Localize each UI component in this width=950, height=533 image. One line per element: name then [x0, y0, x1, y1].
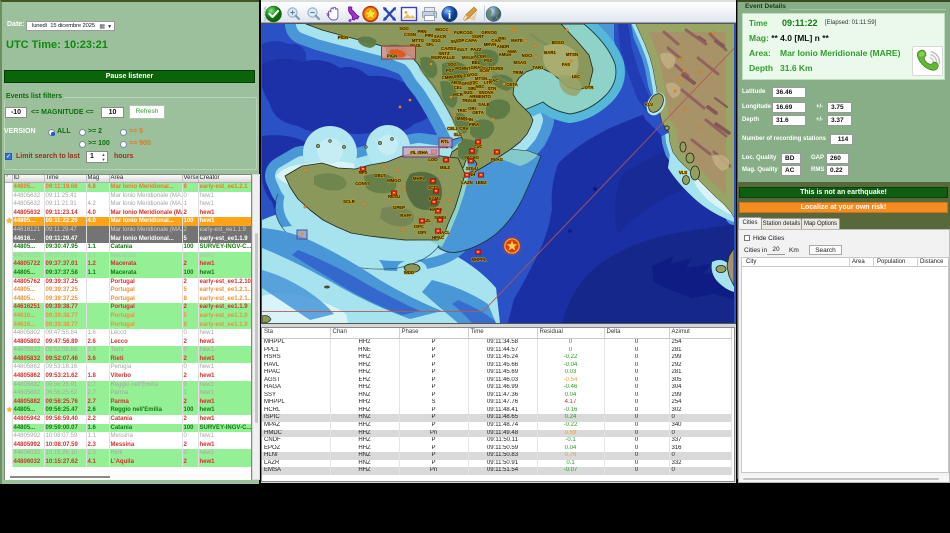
svg-text:STN: STN: [488, 86, 497, 91]
svg-text:MTTG: MTTG: [412, 38, 425, 43]
svg-text:SOLU: SOLU: [466, 166, 478, 171]
svg-text:MMN: MMN: [457, 116, 467, 121]
svg-text:SCM: SCM: [479, 68, 489, 73]
svg-text:SCLR: SCLR: [343, 199, 356, 204]
svg-text:PSZ: PSZ: [484, 58, 493, 63]
svg-text:FAS: FAS: [562, 62, 570, 67]
svg-text:MOCC: MOCC: [435, 27, 448, 32]
svg-text:PRN: PRN: [417, 29, 426, 34]
svg-text:TRL: TRL: [462, 98, 471, 103]
svg-text:CSSN: CSSN: [404, 32, 416, 37]
svg-text:MMGO: MMGO: [387, 178, 402, 183]
svg-text:ISPC: ISPC: [414, 224, 424, 229]
svg-text:SACR: SACR: [434, 34, 447, 39]
svg-text:ABSI: ABSI: [451, 80, 461, 85]
svg-text:CUC: CUC: [473, 144, 482, 149]
svg-text:GPEP: GPEP: [393, 205, 405, 210]
svg-text:MHPPL: MHPPL: [471, 257, 486, 262]
svg-text:LOO: LOO: [428, 157, 438, 162]
svg-text:SOO: SOO: [399, 26, 409, 31]
svg-text:CAN: CAN: [491, 38, 500, 43]
svg-text:CONVI: CONVI: [355, 181, 369, 186]
svg-text:TRIC: TRIC: [457, 108, 467, 113]
svg-text:HPAC: HPAC: [432, 235, 444, 240]
svg-text:RTL: RTL: [441, 139, 450, 144]
svg-text:CELI: CELI: [447, 126, 457, 131]
svg-text:PAZZ: PAZZ: [471, 47, 482, 52]
svg-text:KLV: KLV: [645, 102, 653, 107]
svg-text:BAR1: BAR1: [544, 50, 556, 55]
svg-text:#IL ISHA: #IL ISHA: [410, 150, 428, 155]
svg-text:RAFF: RAFF: [400, 213, 412, 218]
svg-text:ORI: ORI: [468, 106, 476, 111]
svg-text:VULT: VULT: [457, 47, 468, 52]
svg-text:AMA: AMA: [507, 49, 517, 54]
svg-text:TRIM: TRIM: [513, 70, 524, 75]
svg-text:OTR: OTR: [584, 85, 594, 90]
svg-text:PIGN: PIGN: [338, 35, 349, 40]
svg-text:PLAG: PLAG: [491, 157, 504, 162]
svg-text:ANDR: ANDR: [497, 44, 510, 49]
svg-text:CRA: CRA: [459, 126, 468, 131]
svg-text:NOCI: NOCI: [522, 53, 533, 58]
svg-text:MSAG: MSAG: [514, 60, 528, 65]
svg-text:MILZ: MILZ: [440, 165, 450, 170]
svg-text:CETA: CETA: [506, 82, 517, 87]
svg-text:SLC: SLC: [454, 132, 463, 137]
svg-text:SALB: SALB: [478, 102, 490, 107]
svg-text:BSSO: BSSO: [552, 40, 565, 45]
svg-text:VDP: VDP: [456, 38, 465, 43]
svg-text:1BBZ: 1BBZ: [475, 180, 487, 185]
svg-text:CEL: CEL: [454, 85, 463, 90]
svg-text:VLS: VLS: [679, 170, 687, 175]
svg-text:GRV: GRV: [481, 30, 490, 35]
svg-text:TAR1: TAR1: [533, 65, 545, 70]
svg-text:MATE: MATE: [511, 38, 523, 43]
svg-text:LEC: LEC: [572, 74, 581, 79]
svg-text:MHPL: MHPL: [413, 176, 426, 181]
svg-text:TDS: TDS: [448, 46, 457, 51]
svg-text:PST: PST: [446, 68, 455, 73]
svg-text:PIRA: PIRA: [469, 122, 479, 127]
svg-text:SRN: SRN: [453, 74, 462, 79]
svg-text:ISPI: ISPI: [418, 230, 426, 235]
svg-text:PIGN: PIGN: [387, 54, 398, 59]
svg-text:MNT: MNT: [461, 66, 471, 71]
svg-text:MGRVALLE: MGRVALLE: [431, 55, 455, 60]
svg-text:BEL: BEL: [472, 60, 481, 65]
svg-text:WDD: WDD: [404, 270, 414, 275]
svg-text:GRDI: GRDI: [493, 66, 504, 71]
svg-text:LTR: LTR: [484, 80, 493, 85]
svg-text:SFL: SFL: [426, 42, 434, 47]
svg-text:MCR: MCR: [453, 92, 464, 97]
svg-text:DBLT: DBLT: [374, 173, 386, 178]
svg-text:MTSN: MTSN: [566, 52, 578, 57]
svg-text:LAZN: LAZN: [461, 180, 472, 185]
